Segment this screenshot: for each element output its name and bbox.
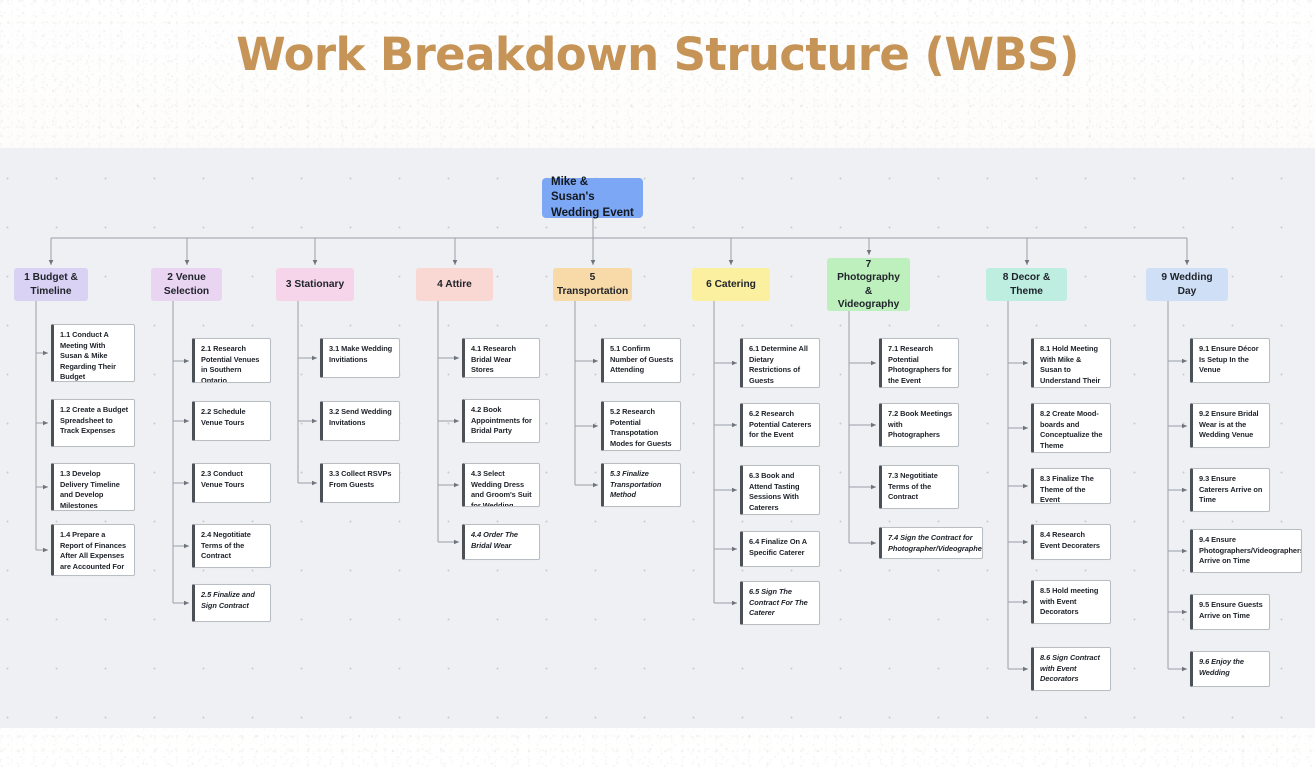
task-node-4.3[interactable]: 4.3 Select Wedding Dress and Groom's Sui…: [462, 463, 540, 507]
wbs-diagram: Mike & Susan's Wedding Event 1 Budget & T…: [0, 148, 1315, 728]
task-node-4.1[interactable]: 4.1 Research Bridal Wear Stores: [462, 338, 540, 378]
task-node-1.2[interactable]: 1.2 Create a Budget Spreadsheet to Track…: [51, 399, 135, 447]
task-node-2.1[interactable]: 2.1 Research Potential Venues in Souther…: [192, 338, 271, 383]
task-node-9.1[interactable]: 9.1 Ensure Décor Is Setup In the Venue: [1190, 338, 1270, 383]
task-node-3.1[interactable]: 3.1 Make Wedding Invitiations: [320, 338, 400, 378]
task-node-2.2[interactable]: 2.2 Schedule Venue Tours: [192, 401, 271, 441]
task-node-2.3[interactable]: 2.3 Conduct Venue Tours: [192, 463, 271, 503]
task-node-1.3[interactable]: 1.3 Develop Delivery Timeline and Develo…: [51, 463, 135, 511]
category-node-6[interactable]: 6 Catering: [692, 268, 770, 301]
task-node-6.5[interactable]: 6.5 Sign The Contract For The Caterer: [740, 581, 820, 625]
task-node-5.3[interactable]: 5.3 Finalize Transportation Method: [601, 463, 681, 507]
task-node-7.3[interactable]: 7.3 Negotitiate Terms of the Contract: [879, 465, 959, 509]
category-node-4[interactable]: 4 Attire: [416, 268, 493, 301]
category-node-2[interactable]: 2 Venue Selection: [151, 268, 222, 301]
category-node-1[interactable]: 1 Budget & Timeline: [14, 268, 88, 301]
title-band: Work Breakdown Structure (WBS): [0, 0, 1315, 148]
task-node-5.1[interactable]: 5.1 Confirm Number of Guests Attending: [601, 338, 681, 383]
page-title: Work Breakdown Structure (WBS): [236, 28, 1079, 81]
category-node-7[interactable]: 7 Photography & Videography: [827, 258, 910, 311]
task-node-9.5[interactable]: 9.5 Ensure Guests Arrive on Time: [1190, 594, 1270, 630]
task-node-1.1[interactable]: 1.1 Conduct A Meeting With Susan & Mike …: [51, 324, 135, 382]
task-node-4.4[interactable]: 4.4 Order The Bridal Wear: [462, 524, 540, 560]
task-node-8.4[interactable]: 8.4 Research Event Decoraters: [1031, 524, 1111, 560]
task-node-6.1[interactable]: 6.1 Determine All Dietary Restrictions o…: [740, 338, 820, 388]
task-node-1.4[interactable]: 1.4 Prepare a Report of Finances After A…: [51, 524, 135, 576]
task-node-6.4[interactable]: 6.4 Finalize On A Specific Caterer: [740, 531, 820, 567]
task-node-8.1[interactable]: 8.1 Hold Meeting With Mike & Susan to Un…: [1031, 338, 1111, 388]
diagram-canvas[interactable]: Mike & Susan's Wedding Event 1 Budget & T…: [0, 148, 1315, 728]
task-node-2.5[interactable]: 2.5 Finalize and Sign Contract: [192, 584, 271, 622]
task-node-7.4[interactable]: 7.4 Sign the Contract for Photographer/V…: [879, 527, 983, 559]
category-node-9[interactable]: 9 Wedding Day: [1146, 268, 1228, 301]
task-node-7.2[interactable]: 7.2 Book Meetings with Photographers: [879, 403, 959, 447]
task-node-8.6[interactable]: 8.6 Sign Contract with Event Decorators: [1031, 647, 1111, 691]
task-node-8.5[interactable]: 8.5 Hold meeting with Event Decorators: [1031, 580, 1111, 624]
task-node-8.3[interactable]: 8.3 Finalize The Theme of the Event: [1031, 468, 1111, 504]
category-node-8[interactable]: 8 Decor & Theme: [986, 268, 1067, 301]
task-node-9.4[interactable]: 9.4 Ensure Photographers/Videographers A…: [1190, 529, 1302, 573]
task-node-2.4[interactable]: 2.4 Negotitiate Terms of the Contract: [192, 524, 271, 568]
task-node-4.2[interactable]: 4.2 Book Appointments for Bridal Party: [462, 399, 540, 443]
task-node-9.2[interactable]: 9.2 Ensure Bridal Wear is at the Wedding…: [1190, 403, 1270, 448]
task-node-6.3[interactable]: 6.3 Book and Attend Tasting Sessions Wit…: [740, 465, 820, 515]
category-node-5[interactable]: 5 Transportation: [553, 268, 632, 301]
task-node-3.2[interactable]: 3.2 Send Wedding Invitations: [320, 401, 400, 441]
category-node-3[interactable]: 3 Stationary: [276, 268, 354, 301]
task-node-3.3[interactable]: 3.3 Collect RSVPs From Guests: [320, 463, 400, 503]
task-node-8.2[interactable]: 8.2 Create Mood-boards and Conceptualize…: [1031, 403, 1111, 453]
root-node-wedding-event[interactable]: Mike & Susan's Wedding Event: [542, 176, 643, 219]
task-node-6.2[interactable]: 6.2 Research Potential Caterers for the …: [740, 403, 820, 447]
task-node-5.2[interactable]: 5.2 Research Potential Transpotation Mod…: [601, 401, 681, 451]
task-node-9.6[interactable]: 9.6 Enjoy the Wedding: [1190, 651, 1270, 687]
task-node-7.1[interactable]: 7.1 Research Potential Photographers for…: [879, 338, 959, 388]
task-node-9.3[interactable]: 9.3 Ensure Caterers Arrive on Time: [1190, 468, 1270, 512]
